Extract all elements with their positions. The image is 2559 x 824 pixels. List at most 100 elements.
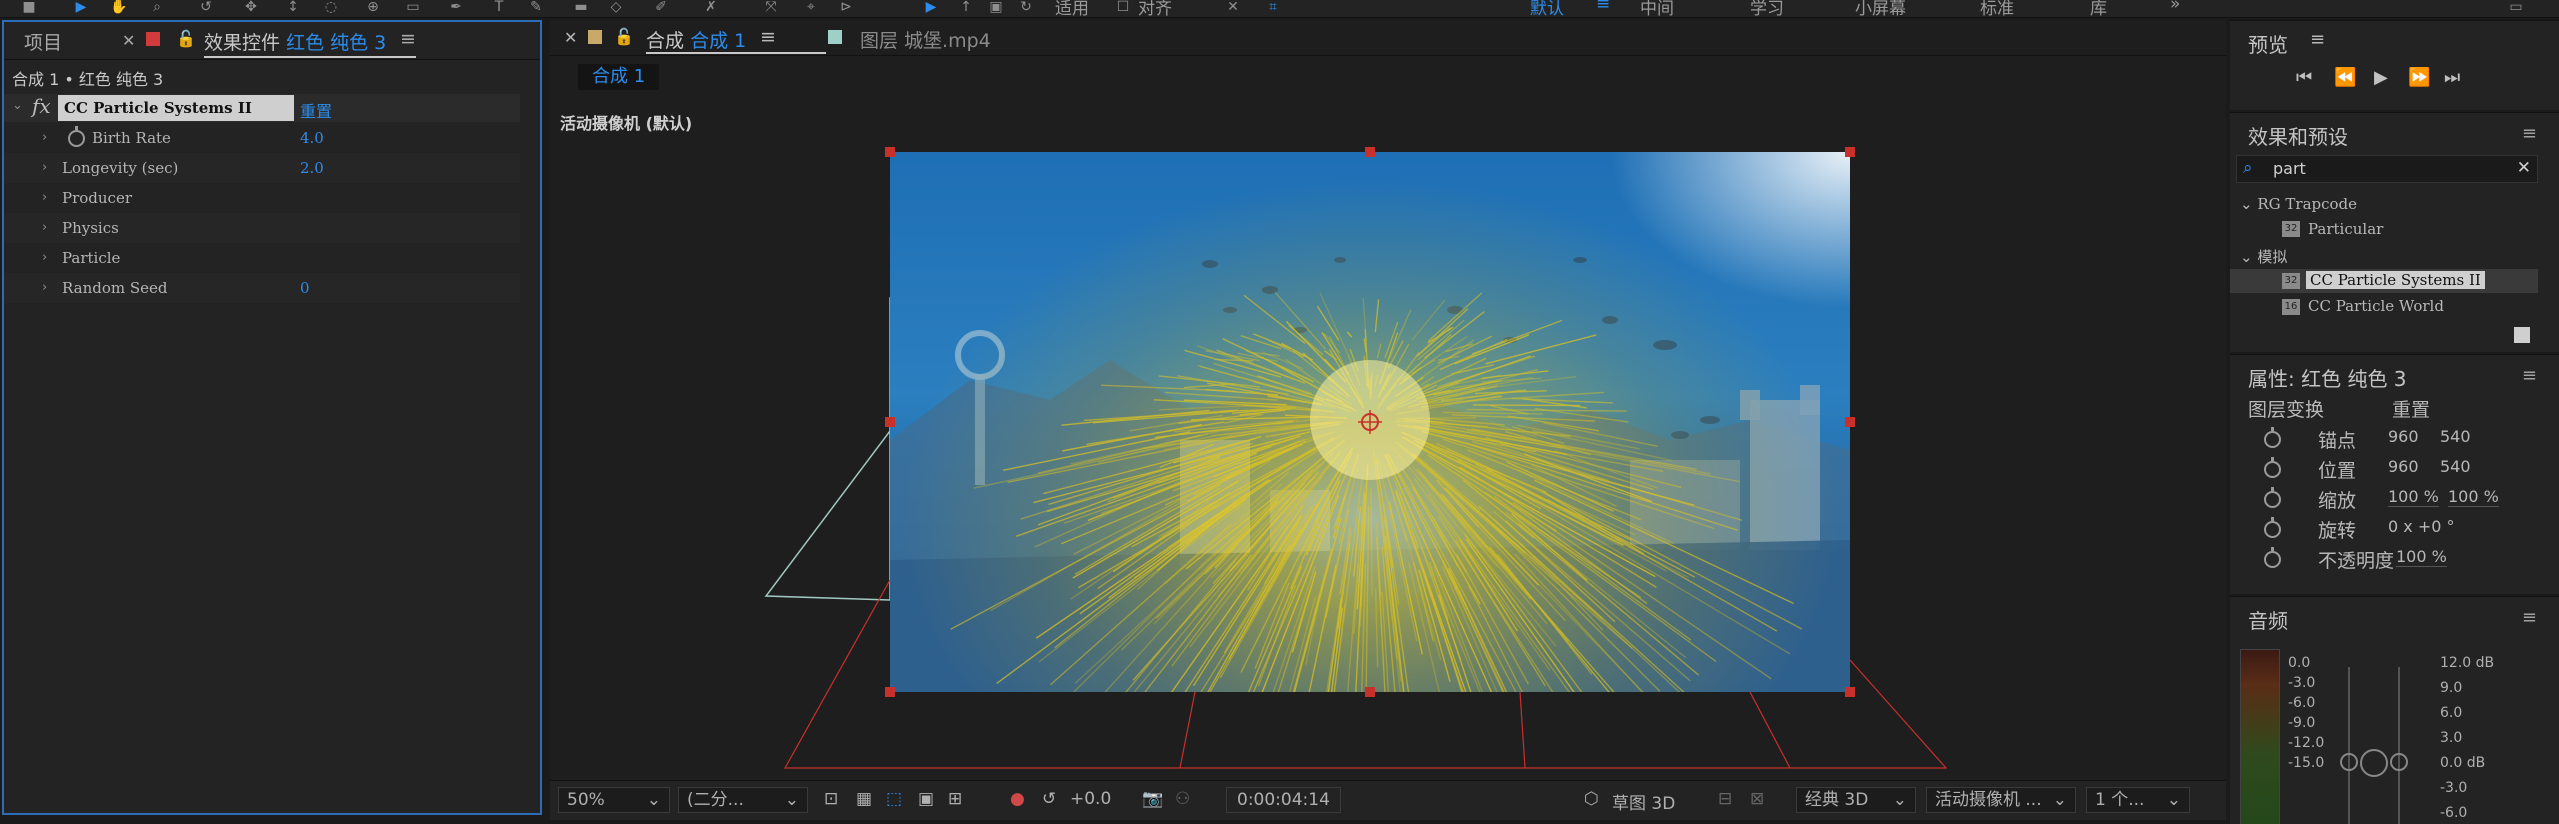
- snap-box-icon[interactable]: ▣: [985, 0, 1007, 14]
- tree-group-simulation[interactable]: ⌄ 模拟: [2240, 246, 2287, 267]
- puppet-tool-icon[interactable]: ✗: [700, 0, 722, 14]
- expand-arrow-icon[interactable]: ›: [42, 153, 47, 183]
- pen-tool-icon[interactable]: ✒: [445, 0, 467, 14]
- audio-master-knob[interactable]: [2360, 749, 2388, 777]
- new-bin-icon[interactable]: [2514, 327, 2530, 343]
- effects-search-box[interactable]: ⌕ part ✕: [2236, 155, 2538, 183]
- dolly-camera-icon[interactable]: ↕: [282, 0, 304, 14]
- home-icon[interactable]: ■: [18, 0, 40, 14]
- workspace-learn[interactable]: 学习: [1750, 0, 1784, 19]
- timecode-display[interactable]: 0:00:04:14: [1226, 787, 1341, 813]
- exposure-value[interactable]: +0.0: [1070, 789, 1111, 809]
- snap-label[interactable]: 适用: [1055, 0, 1089, 19]
- expand-arrow-icon[interactable]: ›: [42, 183, 47, 213]
- panel-menu-icon[interactable]: ≡: [2310, 29, 2325, 50]
- hand-tool-icon[interactable]: ✋: [108, 0, 130, 14]
- channels-icon[interactable]: ●: [1010, 789, 1025, 809]
- prop-opacity[interactable]: 100 %: [2396, 547, 2447, 567]
- prop-position-x[interactable]: 960: [2388, 457, 2419, 476]
- 3d-ground-icon[interactable]: ⊟: [1718, 789, 1732, 809]
- expand-arrow-icon[interactable]: ›: [42, 123, 47, 153]
- mask-path-icon[interactable]: ⬚: [886, 789, 902, 809]
- property-row-particle[interactable]: › Particle: [4, 243, 520, 273]
- prop-scale-x[interactable]: 100 %: [2388, 487, 2439, 507]
- tab-effect-controls[interactable]: 效果控件 红色 纯色 3: [204, 28, 386, 55]
- rotate-tool-icon[interactable]: ◌: [320, 0, 342, 14]
- prop-scale-y[interactable]: 100 %: [2448, 487, 2499, 507]
- workspace-library[interactable]: 库: [2090, 0, 2107, 19]
- renderer-dropdown[interactable]: 经典 3D ⌄: [1796, 787, 1916, 813]
- workspace-middle[interactable]: 中间: [1640, 0, 1674, 19]
- property-row-physics[interactable]: › Physics: [4, 213, 520, 243]
- effect-header-row[interactable]: ⌄ fx CC Particle Systems II 重置: [4, 94, 520, 122]
- guides-icon[interactable]: ▣: [918, 789, 934, 809]
- brush-tool-icon[interactable]: ✎: [525, 0, 547, 14]
- extra-tool-1-icon[interactable]: ⤧: [760, 0, 782, 14]
- property-row-longevity[interactable]: › Longevity (sec) 2.0: [4, 153, 520, 183]
- effect-reset-link[interactable]: 重置: [300, 98, 332, 122]
- workspace-small-screen[interactable]: 小屏幕: [1855, 0, 1906, 19]
- tree-item-cc-particle-systems[interactable]: CC Particle Systems II: [2306, 271, 2485, 289]
- prop-position-y[interactable]: 540: [2440, 457, 2471, 476]
- snap-grid-icon[interactable]: ⌗: [1262, 0, 1284, 14]
- play-icon[interactable]: ▶: [2374, 67, 2388, 88]
- zoom-dropdown[interactable]: 50% ⌄: [558, 787, 670, 813]
- selection-tool-icon[interactable]: ▶: [70, 0, 92, 14]
- workspace-default-menu-icon[interactable]: ≡: [1596, 0, 1610, 14]
- stopwatch-icon[interactable]: [68, 126, 85, 147]
- property-row-random-seed[interactable]: › Random Seed 0: [4, 273, 520, 303]
- snap-loop-icon[interactable]: ↻: [1015, 0, 1037, 14]
- views-dropdown[interactable]: 1 个... ⌄: [2086, 787, 2190, 813]
- prop-anchor-y[interactable]: 540: [2440, 427, 2471, 446]
- tree-item-cc-particle-world[interactable]: CC Particle World: [2308, 297, 2444, 315]
- prop-anchor-x[interactable]: 960: [2388, 427, 2419, 446]
- mask-tool-icon[interactable]: ▭: [402, 0, 424, 14]
- roto-brush-icon[interactable]: ✐: [650, 0, 672, 14]
- expand-arrow-icon[interactable]: ›: [42, 213, 47, 243]
- property-row-birth-rate[interactable]: › Birth Rate 4.0: [4, 123, 520, 153]
- align-checkbox-icon[interactable]: ☐: [1112, 0, 1134, 14]
- zoom-tool-icon[interactable]: ⌕: [146, 0, 168, 14]
- stopwatch-icon[interactable]: [2264, 457, 2281, 478]
- first-frame-icon[interactable]: ⏮: [2296, 67, 2312, 88]
- text-tool-icon[interactable]: T: [488, 0, 510, 14]
- property-value[interactable]: 4.0: [300, 123, 324, 153]
- stopwatch-icon[interactable]: [2264, 547, 2281, 568]
- expand-arrow-icon[interactable]: ⌄: [12, 98, 23, 113]
- property-row-producer[interactable]: › Producer: [4, 183, 520, 213]
- draft-3d-label[interactable]: 草图 3D: [1612, 789, 1675, 814]
- workspace-default[interactable]: 默认: [1530, 0, 1564, 19]
- audio-slider-knob-left[interactable]: [2340, 753, 2358, 771]
- orbit-camera-icon[interactable]: ↺: [195, 0, 217, 14]
- close-snap-icon[interactable]: ✕: [1222, 0, 1244, 14]
- grid-options-icon[interactable]: ⊞: [948, 789, 962, 809]
- show-snapshot-icon[interactable]: ⚇: [1175, 789, 1190, 809]
- align-label[interactable]: 对齐: [1138, 0, 1172, 19]
- stopwatch-icon[interactable]: [2264, 427, 2281, 448]
- search-help-icon[interactable]: ▭: [2505, 0, 2527, 14]
- extra-tool-3-icon[interactable]: ⊳: [835, 0, 857, 14]
- anchor-tool-icon[interactable]: ⊕: [362, 0, 384, 14]
- expand-arrow-icon[interactable]: ›: [42, 243, 47, 273]
- panel-menu-icon[interactable]: ≡: [2522, 607, 2537, 628]
- lock-icon[interactable]: 🔓: [176, 29, 196, 48]
- pan-camera-icon[interactable]: ✥: [240, 0, 262, 14]
- region-of-interest-icon[interactable]: ⊡: [824, 789, 838, 809]
- transform-reset-link[interactable]: 重置: [2392, 395, 2430, 422]
- audio-slider-knob-right[interactable]: [2390, 753, 2408, 771]
- extra-tool-2-icon[interactable]: ⌖: [800, 0, 822, 14]
- camera-dropdown[interactable]: 活动摄像机 ... ⌄: [1926, 787, 2076, 813]
- panel-menu-icon[interactable]: ≡: [2522, 365, 2537, 386]
- exposure-reset-icon[interactable]: ↺: [1042, 789, 1056, 809]
- tab-project[interactable]: 项目: [24, 28, 62, 55]
- panel-menu-icon[interactable]: ≡: [2522, 123, 2537, 144]
- snap-pin-icon[interactable]: ↑: [955, 0, 977, 14]
- snapshot-camera-icon[interactable]: 📷: [1142, 789, 1163, 809]
- fx-toggle-icon[interactable]: fx: [32, 94, 51, 118]
- resolution-dropdown[interactable]: (二分... ⌄: [678, 787, 808, 813]
- panel-menu-icon[interactable]: ≡: [400, 28, 416, 50]
- prop-rotation[interactable]: 0 x +0 °: [2388, 517, 2455, 536]
- eraser-tool-icon[interactable]: ◇: [605, 0, 627, 14]
- workspace-overflow-icon[interactable]: »: [2170, 0, 2180, 14]
- effect-name[interactable]: CC Particle Systems II: [58, 95, 294, 121]
